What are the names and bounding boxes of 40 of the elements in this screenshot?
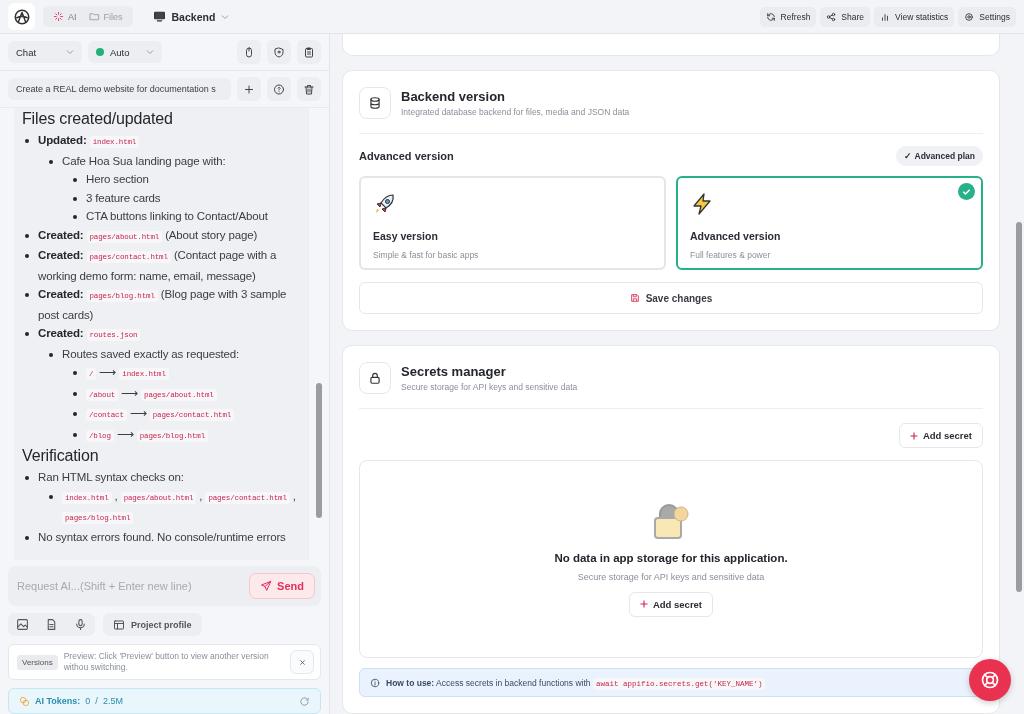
plan-badge: ✓ Advanced plan bbox=[896, 146, 983, 166]
version-option[interactable]: Easy version Simple & fast for basic apps bbox=[359, 176, 666, 270]
empty-title: No data in app storage for this application. bbox=[554, 551, 788, 564]
list-item: Ran HTML syntax checks on: bbox=[38, 470, 185, 485]
token-separator: / bbox=[95, 696, 98, 706]
model-dropdown[interactable]: Auto bbox=[88, 41, 162, 63]
toolbar-button[interactable]: View statistics bbox=[874, 6, 955, 27]
toolbar-button[interactable]: Settings bbox=[958, 6, 1016, 27]
send-button[interactable]: Send bbox=[249, 573, 315, 599]
list-item: CTA buttons linking to Contact/About bbox=[86, 209, 269, 224]
project-dropdown[interactable]: Backend bbox=[146, 9, 236, 24]
project-profile-button[interactable]: Project profile bbox=[103, 613, 202, 636]
token-label: AI Tokens: bbox=[35, 696, 81, 706]
card-title: Secrets manager bbox=[401, 364, 507, 379]
version-option[interactable]: Advanced version Full features & power bbox=[676, 176, 983, 270]
token-total: 2.5M bbox=[102, 696, 123, 706]
message-heading: Files created/updated bbox=[22, 109, 174, 128]
panel-tab[interactable]: AI bbox=[49, 9, 81, 24]
toolbar-button[interactable]: Refresh bbox=[759, 6, 817, 27]
message-input[interactable]: Request AI...(Shift + Enter new line) Send bbox=[8, 566, 321, 606]
token-used: 0 bbox=[85, 696, 91, 706]
section-label: Advanced version bbox=[359, 150, 454, 162]
toolbar-button[interactable]: Share bbox=[820, 6, 871, 27]
add-secret-button[interactable]: Add secret bbox=[898, 423, 983, 448]
notice-text: Preview: Click 'Preview' button to view another version withou switching. bbox=[63, 651, 270, 673]
mode-dropdown[interactable]: Chat bbox=[8, 41, 82, 63]
list-item: No syntax errors found. No console/runtime errors bbox=[38, 529, 287, 545]
add-secret-button[interactable]: Add secret bbox=[628, 591, 714, 617]
list-item: Routes saved exactly as requested: bbox=[62, 346, 241, 362]
empty-subtitle: Secure storage for API keys and sensitive data bbox=[577, 571, 765, 582]
list-item: Cafe Hoa Sua landing page with: bbox=[62, 153, 227, 169]
list-item: 3 feature cards bbox=[86, 190, 162, 206]
save-button[interactable]: Save changes bbox=[359, 282, 983, 314]
card-subtitle: Secure storage for API keys and sensitive data bbox=[401, 382, 578, 392]
card-subtitle: Integrated database backend for files, media and JSON data bbox=[401, 107, 630, 117]
versions-tag: Versions bbox=[17, 654, 58, 670]
conversation-field[interactable]: Create a REAL demo website for documentation s bbox=[8, 78, 231, 100]
card-title: Backend version bbox=[401, 89, 507, 104]
list-item: Hero section bbox=[86, 172, 150, 187]
message-heading: Verification bbox=[22, 446, 100, 465]
